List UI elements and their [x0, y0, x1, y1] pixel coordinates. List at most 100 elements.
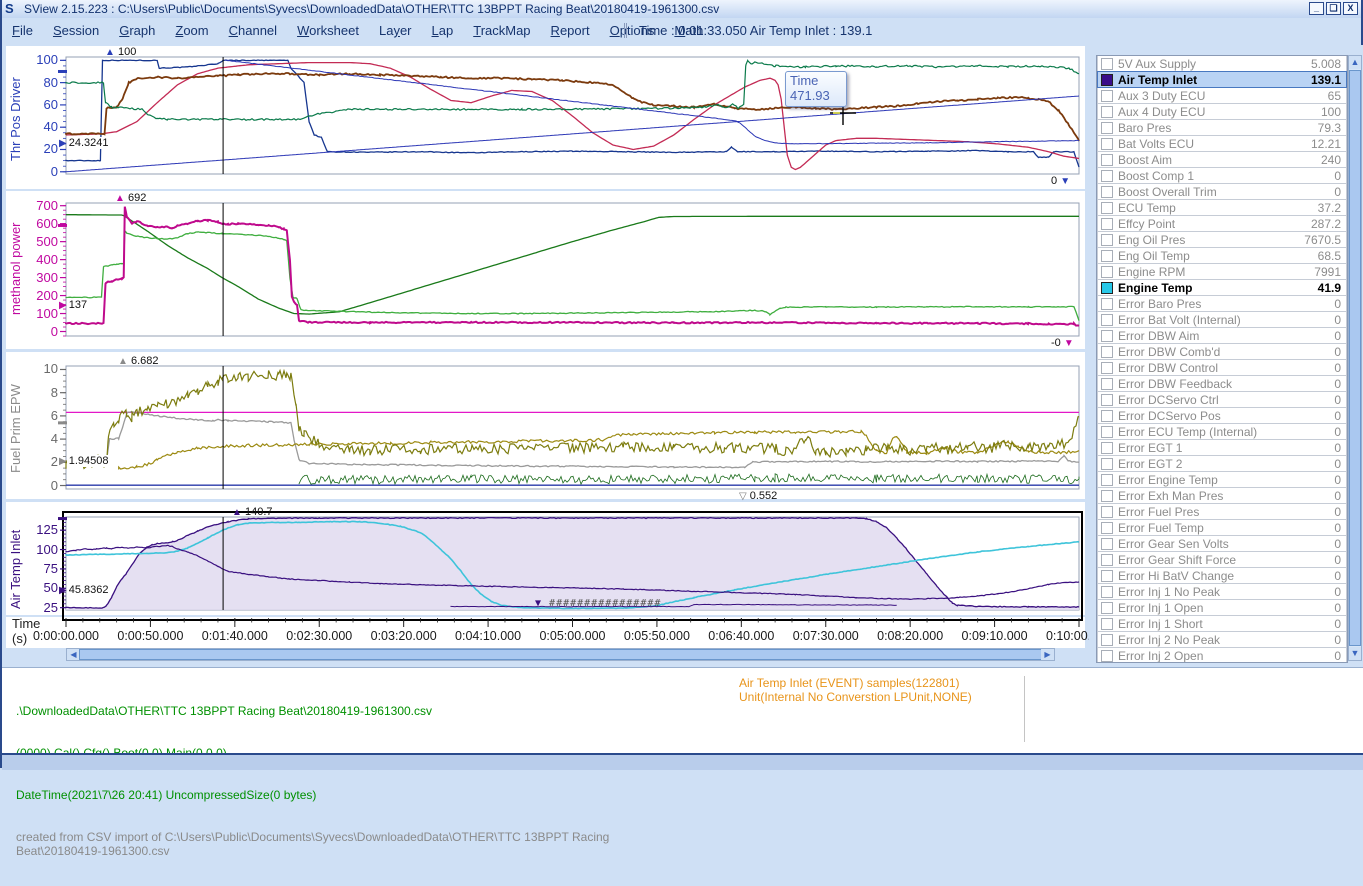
- channel-checkbox[interactable]: [1101, 650, 1113, 662]
- channel-checkbox[interactable]: [1101, 202, 1113, 214]
- channel-row[interactable]: Aux 4 Duty ECU100: [1097, 103, 1347, 120]
- channel-checkbox[interactable]: [1101, 570, 1113, 582]
- y-axis-label: Thr Pos Driver: [8, 77, 23, 161]
- channel-row[interactable]: Error Exh Man Pres0: [1097, 487, 1347, 504]
- channel-row[interactable]: Error DCServo Pos0: [1097, 407, 1347, 424]
- channel-row[interactable]: Baro Pres79.3: [1097, 119, 1347, 136]
- channel-value: 65: [1328, 89, 1341, 103]
- channel-row[interactable]: Error EGT 20: [1097, 455, 1347, 472]
- channel-checkbox[interactable]: [1101, 346, 1113, 358]
- channel-row[interactable]: Air Temp Inlet139.1: [1097, 71, 1347, 88]
- channel-checkbox[interactable]: [1101, 250, 1113, 262]
- channel-row[interactable]: Error Gear Sen Volts0: [1097, 535, 1347, 552]
- channel-checkbox[interactable]: [1101, 378, 1113, 390]
- channel-row[interactable]: Engine RPM7991: [1097, 263, 1347, 280]
- channel-value: 0: [1334, 313, 1341, 327]
- channel-checkbox[interactable]: [1101, 410, 1113, 422]
- channel-checkbox[interactable]: [1101, 506, 1113, 518]
- channel-row[interactable]: Error Baro Pres0: [1097, 295, 1347, 312]
- channel-row[interactable]: Aux 3 Duty ECU 65: [1097, 87, 1347, 104]
- channel-row[interactable]: Error Inj 2 Open0: [1097, 647, 1347, 663]
- channel-checkbox[interactable]: [1101, 458, 1113, 470]
- channel-name: Eng Oil Pres: [1118, 233, 1185, 247]
- channel-checkbox[interactable]: [1101, 90, 1113, 102]
- channel-checkbox[interactable]: [1101, 362, 1113, 374]
- channel-value: 0: [1334, 521, 1341, 535]
- time-tick-label: 0:00:00.000: [20, 629, 112, 643]
- channel-row[interactable]: Error Inj 1 No Peak0: [1097, 583, 1347, 600]
- cursor-value-marker: ▶24.3241: [59, 137, 110, 149]
- channel-row[interactable]: Bat Volts ECU12.21: [1097, 135, 1347, 152]
- channel-checkbox[interactable]: [1101, 314, 1113, 326]
- channel-checkbox[interactable]: [1101, 586, 1113, 598]
- channel-row[interactable]: Boost Overall Trim0: [1097, 183, 1347, 200]
- time-tick-label: 0:04:10.000: [442, 629, 534, 643]
- scroll-down-icon[interactable]: ▼: [1349, 647, 1361, 660]
- channel-value: 0: [1334, 185, 1341, 199]
- peak-marker: ▲ 100: [105, 46, 136, 58]
- channel-name: Error Gear Sen Volts: [1118, 537, 1229, 551]
- y-axis-label: Fuel Prim EPW: [8, 384, 23, 473]
- channel-name: Aux 3 Duty ECU: [1118, 89, 1205, 103]
- channel-checkbox[interactable]: [1101, 170, 1113, 182]
- channel-row[interactable]: Error DBW Control0: [1097, 359, 1347, 376]
- channel-checkbox[interactable]: [1101, 634, 1113, 646]
- channel-checkbox[interactable]: [1101, 218, 1113, 230]
- channel-row[interactable]: Engine Temp41.9: [1097, 279, 1347, 296]
- channel-scrollbar[interactable]: ▲ ▼: [1348, 55, 1362, 661]
- channel-row[interactable]: Eng Oil Temp68.5: [1097, 247, 1347, 264]
- channel-checkbox[interactable]: [1101, 474, 1113, 486]
- channel-row[interactable]: Error Hi BatV Change0: [1097, 567, 1347, 584]
- channel-row[interactable]: Error Bat Volt (Internal) 0: [1097, 311, 1347, 328]
- channel-row[interactable]: Error DBW Aim0: [1097, 327, 1347, 344]
- channel-row[interactable]: Error Inj 1 Open0: [1097, 599, 1347, 616]
- channel-row[interactable]: Error DBW Feedback0: [1097, 375, 1347, 392]
- channel-value: 41.9: [1318, 281, 1341, 295]
- channel-row[interactable]: Error ECU Temp (Internal)0: [1097, 423, 1347, 440]
- channel-checkbox[interactable]: [1101, 266, 1113, 278]
- channel-checkbox[interactable]: [1101, 554, 1113, 566]
- channel-checkbox[interactable]: [1101, 234, 1113, 246]
- channel-row[interactable]: Error Engine Temp0: [1097, 471, 1347, 488]
- status-panel: .\DownloadedData\OTHER\TTC 13BPPT Racing…: [2, 667, 1363, 754]
- channel-row[interactable]: Error Fuel Temp0: [1097, 519, 1347, 536]
- channel-row[interactable]: Effcy Point287.2: [1097, 215, 1347, 232]
- channel-row[interactable]: Error DCServo Ctrl0: [1097, 391, 1347, 408]
- channel-checkbox[interactable]: [1101, 154, 1113, 166]
- channel-checkbox[interactable]: [1101, 602, 1113, 614]
- channel-scrollbar-thumb[interactable]: [1349, 70, 1361, 646]
- channel-checkbox[interactable]: [1101, 394, 1113, 406]
- channel-row[interactable]: Error Fuel Pres0: [1097, 503, 1347, 520]
- channel-checkbox[interactable]: [1101, 538, 1113, 550]
- channel-row[interactable]: Eng Oil Pres7670.5: [1097, 231, 1347, 248]
- channel-checkbox[interactable]: [1101, 426, 1113, 438]
- channel-row[interactable]: ECU Temp37.2: [1097, 199, 1347, 216]
- channel-checkbox[interactable]: [1101, 106, 1113, 118]
- channel-row[interactable]: Boost Aim240: [1097, 151, 1347, 168]
- channel-checkbox[interactable]: [1101, 522, 1113, 534]
- channel-row[interactable]: Error Inj 2 No Peak0: [1097, 631, 1347, 648]
- channel-checkbox[interactable]: [1101, 58, 1113, 70]
- channel-row[interactable]: Error EGT 10: [1097, 439, 1347, 456]
- channel-checkbox[interactable]: [1101, 442, 1113, 454]
- channel-row[interactable]: Error Inj 1 Short0: [1097, 615, 1347, 632]
- channel-checkbox[interactable]: [1101, 490, 1113, 502]
- channel-checkbox[interactable]: [1101, 618, 1113, 630]
- channel-row[interactable]: Error Gear Shift Force0: [1097, 551, 1347, 568]
- channel-name: Error Bat Volt (Internal): [1118, 313, 1241, 327]
- channel-checkbox[interactable]: [1101, 138, 1113, 150]
- channel-checkbox[interactable]: [1101, 186, 1113, 198]
- channel-color-swatch[interactable]: [1101, 74, 1113, 86]
- y-tick-label: 100: [16, 52, 58, 67]
- channel-name: Error Inj 2 Open: [1118, 649, 1203, 663]
- channel-row[interactable]: Boost Comp 10: [1097, 167, 1347, 184]
- channel-checkbox[interactable]: [1101, 298, 1113, 310]
- scroll-up-icon[interactable]: ▲: [1349, 56, 1361, 69]
- channel-row[interactable]: Error DBW Comb'd0: [1097, 343, 1347, 360]
- channel-row[interactable]: 5V Aux Supply5.008: [1097, 55, 1347, 72]
- channel-checkbox[interactable]: [1101, 330, 1113, 342]
- channel-value: 0: [1334, 297, 1341, 311]
- channel-checkbox[interactable]: [1101, 122, 1113, 134]
- channel-name: Error DCServo Ctrl: [1118, 393, 1219, 407]
- channel-color-swatch[interactable]: [1101, 282, 1113, 294]
